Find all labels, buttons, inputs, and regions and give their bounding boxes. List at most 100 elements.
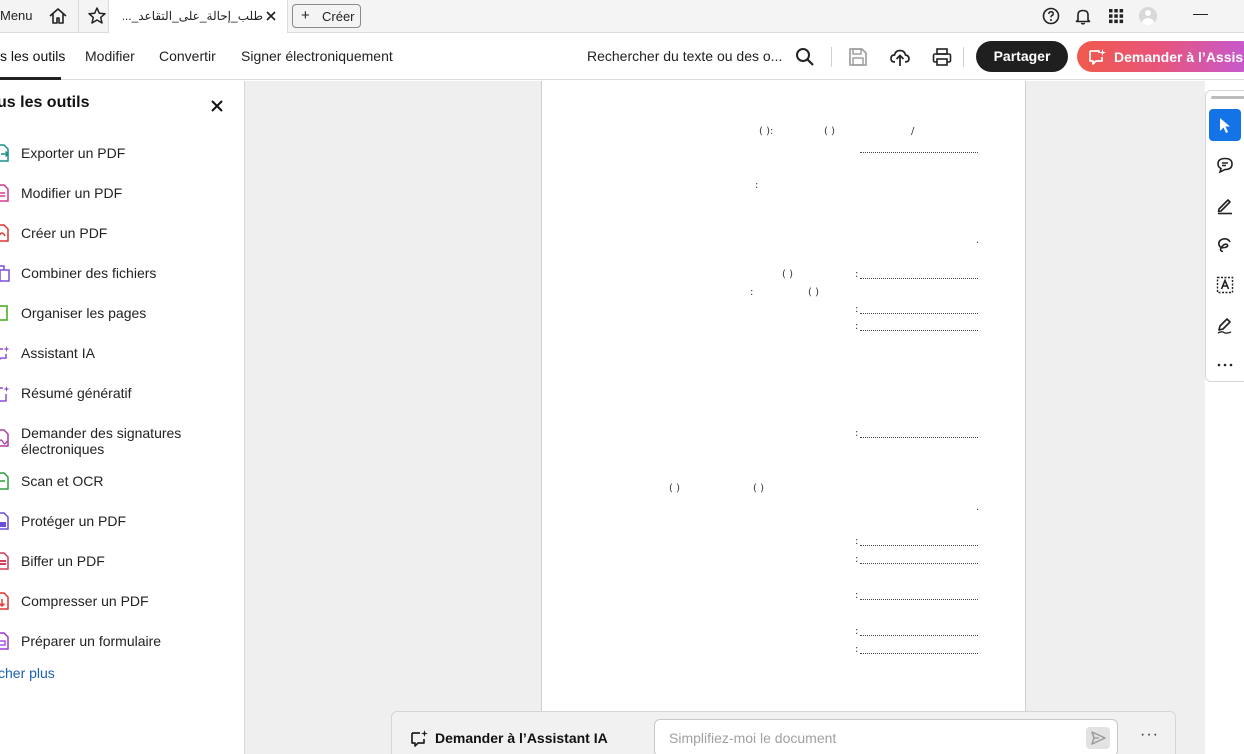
form-mark: : [855, 644, 859, 655]
fill-line [860, 653, 978, 654]
title-bar: Menu طلب_إحالة_على_التقاعد_... + Créer [0, 0, 1244, 33]
combine-files-icon [0, 265, 10, 282]
search-field[interactable]: Rechercher du texte ou des o... [587, 48, 787, 64]
ai-assistant-bar: Demander à l’Assistant IA ··· [391, 711, 1176, 754]
sidebar-item-label: Scan et OCR [21, 473, 104, 489]
tab-convert[interactable]: Convertir [159, 48, 216, 64]
draw-tool-button[interactable] [1209, 229, 1241, 261]
sidebar-item-scan-ocr[interactable]: Scan et OCR [0, 467, 240, 503]
sidebar-item-ai-assistant[interactable]: Assistant IA [0, 339, 240, 375]
tab-edit[interactable]: Modifier [85, 48, 135, 64]
sidebar-item-organize-pages[interactable]: Organiser les pages [0, 299, 240, 335]
pen-icon [1217, 199, 1232, 215]
sidebar-item-label: Demander des signatures électroniques [21, 425, 182, 457]
sidebar-item-label: Protéger un PDF [21, 513, 127, 529]
sidebar-item-redact-pdf[interactable]: Biffer un PDF [0, 547, 240, 583]
sidebar-item-label: Combiner des fichiers [21, 265, 157, 281]
form-mark: ( ): [759, 126, 774, 137]
form-mark: . [976, 502, 980, 513]
pdf-page[interactable]: ( ): ( ) / : . ( ) : : ( ) : : : ( ) ( )… [541, 81, 1026, 721]
send-icon [1091, 731, 1106, 745]
comment-icon [1217, 157, 1233, 174]
drag-handle[interactable] [1211, 96, 1244, 99]
menu-button[interactable]: Menu [0, 8, 33, 23]
fill-line [860, 545, 978, 546]
send-button[interactable] [1086, 727, 1110, 749]
select-tool-button[interactable] [1209, 109, 1241, 141]
highlight-tool-button[interactable] [1209, 189, 1241, 221]
sidebar-item-generative-summary[interactable]: Résumé génératif [0, 379, 240, 415]
divider [963, 47, 964, 67]
prepare-form-icon [0, 632, 9, 650]
fill-line [860, 563, 978, 564]
form-mark: : [855, 321, 859, 332]
sidebar-item-protect-pdf[interactable]: Protéger un PDF [0, 507, 240, 543]
freehand-icon [1218, 238, 1231, 253]
form-mark: : [750, 287, 754, 298]
form-mark: ( ) [782, 269, 793, 280]
home-icon[interactable] [47, 5, 69, 27]
text-tool-button[interactable] [1209, 269, 1241, 301]
document-tab[interactable]: طلب_إحالة_على_التقاعد_... [108, 0, 288, 33]
comment-tool-button[interactable] [1209, 149, 1241, 181]
fill-line [860, 313, 978, 314]
redact-pdf-icon [0, 552, 9, 570]
tab-sign[interactable]: Signer électroniquement [241, 48, 393, 64]
sign-tool-button[interactable] [1209, 309, 1241, 341]
create-button[interactable]: + Créer [292, 4, 361, 28]
sidebar-item-label: Préparer un formulaire [21, 633, 162, 649]
avatar[interactable] [1139, 7, 1157, 25]
sidebar-item-prepare-form[interactable]: Préparer un formulaire [0, 627, 240, 663]
close-icon[interactable] [210, 99, 224, 113]
fill-line [860, 278, 978, 279]
signature-pen-icon [1217, 318, 1232, 334]
form-mark: ( ) [753, 483, 764, 494]
export-pdf-icon [0, 144, 10, 162]
ai-prompt-input[interactable] [669, 729, 1069, 747]
sidebar-item-label: Assistant IA [21, 345, 95, 361]
cloud-upload-icon[interactable] [889, 46, 911, 68]
form-mark: : [855, 554, 859, 565]
sidebar-item-edit-pdf[interactable]: Modifier un PDF [0, 179, 240, 215]
apps-grid-icon[interactable] [1106, 6, 1126, 26]
form-mark: : [855, 626, 859, 637]
sidebar-item-create-pdf[interactable]: Créer un PDF [0, 219, 240, 255]
search-icon[interactable] [794, 46, 816, 68]
help-icon[interactable] [1041, 6, 1061, 26]
star-icon[interactable] [86, 5, 108, 27]
save-icon[interactable] [847, 46, 869, 68]
sidebar-item-compress-pdf[interactable]: Compresser un PDF [0, 587, 240, 623]
tools-sidebar: us les outils Exporter un PDF Modifier u… [0, 81, 245, 754]
sidebar-item-request-signatures[interactable]: Demander des signatures électroniques [0, 419, 240, 457]
show-more-link[interactable]: cher plus [0, 665, 55, 681]
compress-pdf-icon [0, 592, 9, 610]
sidebar-item-export-pdf[interactable]: Exporter un PDF [0, 139, 240, 175]
more-options-button[interactable]: ··· [1140, 726, 1159, 744]
document-viewport[interactable]: ( ): ( ) / : . ( ) : : ( ) : : : ( ) ( )… [245, 81, 1205, 754]
fill-line [860, 599, 978, 600]
form-mark: / [911, 126, 915, 137]
create-pdf-icon [0, 224, 9, 242]
sidebar-item-combine-files[interactable]: Combiner des fichiers [0, 259, 240, 295]
tab-all-tools[interactable]: s les outils [0, 48, 65, 64]
ai-assistant-button[interactable]: Demander à l’Assis [1077, 41, 1244, 72]
more-tools-button[interactable] [1209, 349, 1241, 381]
form-mark: : [855, 304, 859, 315]
close-icon[interactable] [263, 8, 279, 24]
form-mark: ( ) [824, 126, 835, 137]
ai-assistant-button-label: Demander à l’Assis [1114, 49, 1244, 65]
divider [831, 47, 832, 67]
bell-icon[interactable] [1073, 6, 1093, 26]
ai-prompt-field[interactable] [654, 719, 1118, 754]
minimize-icon[interactable] [1193, 14, 1208, 15]
quick-tools-rail [1205, 90, 1244, 382]
print-icon[interactable] [931, 46, 953, 68]
edit-pdf-icon [0, 184, 9, 202]
create-button-label: Créer [322, 9, 355, 24]
sidebar-item-label: Modifier un PDF [21, 185, 123, 201]
tab-title: طلب_إحالة_على_التقاعد_... [123, 9, 263, 23]
form-mark: : [855, 590, 859, 601]
form-mark: ( ) [808, 287, 819, 298]
form-mark: : [855, 269, 859, 280]
share-button[interactable]: Partager [976, 41, 1068, 72]
